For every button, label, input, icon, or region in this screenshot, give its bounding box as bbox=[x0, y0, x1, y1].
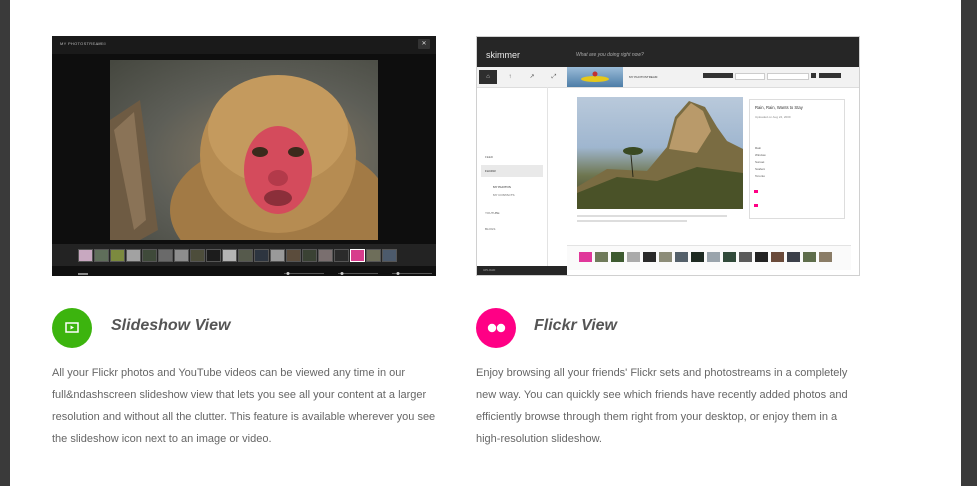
slideshow-controls bbox=[52, 266, 436, 276]
filmstrip-thumb[interactable] bbox=[595, 252, 608, 262]
filmstrip-thumb[interactable] bbox=[302, 249, 317, 262]
friends-icon[interactable]: ↑ bbox=[501, 70, 519, 84]
grid-view-icon[interactable] bbox=[811, 73, 816, 78]
flickr-header: skimmer What are you doing right now? bbox=[477, 37, 859, 67]
flickr-screenshot: skimmer What are you doing right now? ⌂ … bbox=[476, 36, 860, 276]
photo-info-panel: Rain, Rain, Wants to Stay Uploaded on Au… bbox=[749, 99, 845, 219]
photo-upload-date: Uploaded on Aug 24, 2009 bbox=[755, 115, 791, 119]
filmstrip-thumb[interactable] bbox=[94, 249, 109, 262]
app-brand: skimmer bbox=[486, 50, 520, 60]
sidebar-item-my-contacts[interactable]: MY CONTACTS bbox=[493, 193, 515, 197]
sidebar-item-my-photos[interactable]: MY PHOTOS bbox=[493, 185, 511, 189]
flickr-icon bbox=[476, 308, 516, 348]
photo-title: Rain, Rain, Wants to Stay bbox=[755, 105, 803, 110]
slideshow-filmstrip bbox=[52, 244, 436, 266]
filmstrip-thumb[interactable] bbox=[803, 252, 816, 262]
filmstrip-thumb[interactable] bbox=[174, 249, 189, 262]
filmstrip-thumb[interactable] bbox=[78, 249, 93, 262]
filmstrip-thumb[interactable] bbox=[771, 252, 784, 262]
filmstrip-thumb[interactable] bbox=[126, 249, 141, 262]
filmstrip-thumb[interactable] bbox=[627, 252, 640, 262]
tag-item[interactable]: Toronto bbox=[755, 174, 765, 178]
sets-select[interactable] bbox=[735, 73, 765, 80]
slideshow-description: All your Flickr photos and YouTube video… bbox=[52, 367, 436, 445]
flickr-filmstrip bbox=[567, 245, 851, 270]
filmstrip-thumb[interactable] bbox=[382, 249, 397, 262]
go-button[interactable] bbox=[819, 73, 841, 78]
comment-icon bbox=[754, 190, 758, 193]
filmstrip-thumb[interactable] bbox=[691, 252, 704, 262]
frame-edge bbox=[961, 0, 977, 486]
filmstrip-thumb[interactable] bbox=[723, 252, 736, 262]
filmstrip-thumb[interactable] bbox=[366, 249, 381, 262]
filmstrip-thumb-selected[interactable] bbox=[579, 252, 592, 262]
filmstrip-thumb[interactable] bbox=[755, 252, 768, 262]
filmstrip-thumb[interactable] bbox=[222, 249, 237, 262]
filmstrip-thumb[interactable] bbox=[286, 249, 301, 262]
slideshow-counter: 1 / 50 bbox=[96, 41, 107, 46]
upload-label[interactable]: UPLOAD bbox=[483, 268, 495, 272]
sidebar-item-blogs[interactable]: BLOGS bbox=[485, 227, 495, 231]
sidebar-item-youtube[interactable]: YOUTUBE bbox=[485, 211, 500, 215]
slideshow-topbar: MY PHOTOSTREAM 1 / 50 ✕ bbox=[52, 36, 436, 54]
filmstrip-thumb[interactable] bbox=[739, 252, 752, 262]
monkey-photo bbox=[110, 60, 378, 240]
stream-photo bbox=[567, 67, 623, 87]
filmstrip-thumb[interactable] bbox=[318, 249, 333, 262]
filmstrip-thumb[interactable] bbox=[206, 249, 221, 262]
photo-caption bbox=[577, 213, 743, 222]
filmstrip-thumb[interactable] bbox=[787, 252, 800, 262]
flickr-bottombar: UPLOAD bbox=[477, 266, 567, 275]
sidebar-item-flickr[interactable]: FLICKR bbox=[485, 169, 496, 173]
page: MY PHOTOSTREAM 1 / 50 ✕ skimmer What are… bbox=[10, 0, 961, 486]
home-icon[interactable]: ⌂ bbox=[479, 70, 497, 84]
filmstrip-thumb[interactable] bbox=[611, 252, 624, 262]
stream-label: MY PHOTOSTREAM bbox=[629, 75, 658, 79]
tag-item[interactable]: Sunset bbox=[755, 160, 764, 164]
filmstrip-thumb[interactable] bbox=[110, 249, 125, 262]
slideshow-icon bbox=[52, 308, 92, 348]
filmstrip-thumb[interactable] bbox=[142, 249, 157, 262]
flickr-toolbar: ⌂ ↑ ↗ ⤢ MY PHOTOSTREAM bbox=[477, 67, 859, 88]
tag-item[interactable]: Scafeni bbox=[755, 167, 765, 171]
status-prompt[interactable]: What are you doing right now? bbox=[576, 52, 644, 58]
filmstrip-thumb[interactable] bbox=[819, 252, 832, 262]
filmstrip-thumb[interactable] bbox=[238, 249, 253, 262]
tag-item[interactable]: Window bbox=[755, 153, 766, 157]
filmstrip-thumb[interactable] bbox=[270, 249, 285, 262]
flickr-title: Flickr View bbox=[534, 317, 617, 334]
filmstrip-thumb[interactable] bbox=[190, 249, 205, 262]
flickr-description: Enjoy browsing all your friends' Flickr … bbox=[476, 367, 848, 445]
expand-icon[interactable]: ⤢ bbox=[545, 70, 563, 84]
filmstrip-thumb-selected[interactable] bbox=[350, 249, 365, 262]
favorite-icon bbox=[754, 204, 758, 207]
rock-photo bbox=[577, 97, 743, 209]
flickr-sidebar: FEED FLICKR MY PHOTOS MY CONTACTS YOUTUB… bbox=[477, 87, 548, 275]
stream-select[interactable] bbox=[703, 73, 733, 78]
sidebar-item-feed[interactable]: FEED bbox=[485, 155, 493, 159]
filmstrip-thumb[interactable] bbox=[643, 252, 656, 262]
filmstrip-thumb[interactable] bbox=[707, 252, 720, 262]
filmstrip-thumb[interactable] bbox=[675, 252, 688, 262]
tag-item[interactable]: Rain bbox=[755, 146, 761, 150]
slideshow-title: Slideshow View bbox=[111, 317, 231, 334]
filmstrip-thumb[interactable] bbox=[254, 249, 269, 262]
slideshow-select[interactable] bbox=[767, 73, 809, 80]
slideshow-screenshot: MY PHOTOSTREAM 1 / 50 ✕ bbox=[52, 36, 436, 276]
filmstrip-thumb[interactable] bbox=[158, 249, 173, 262]
filmstrip-thumb[interactable] bbox=[659, 252, 672, 262]
filmstrip-thumb[interactable] bbox=[334, 249, 349, 262]
close-icon: ✕ bbox=[418, 39, 430, 49]
share-icon[interactable]: ↗ bbox=[523, 70, 541, 84]
